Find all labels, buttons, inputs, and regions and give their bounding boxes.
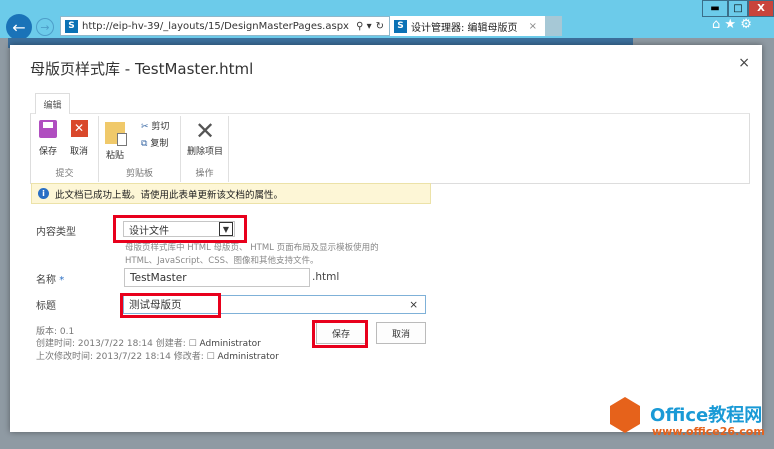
ribbon-group-clipboard: 粘贴 ✂ 剪切 ⧉ 复制 剪贴板 [99,116,181,182]
name-label: 名称 * [36,275,65,286]
toolbar-icons: ⌂ ★ ⚙ [712,17,752,32]
created-info: 创建时间: 2013/7/22 18:14 创建者: ☐ Administrat… [36,339,261,349]
highlight-box [312,320,368,348]
save-icon [39,120,57,138]
paste-icon [105,122,127,146]
ribbon-cut-button[interactable]: ✂ 剪切 [141,119,169,132]
modified-info: 上次修改时间: 2013/7/22 18:14 修改者: ☐ Administr… [36,352,279,362]
address-bar[interactable]: S http://eip-hv-39/_layouts/15/DesignMas… [60,16,390,36]
cancel-button[interactable]: 取消 [376,322,426,344]
sharepoint-icon: S [394,19,407,33]
browser-tab[interactable]: S 设计管理器: 编辑母版页 × [390,16,545,36]
content-type-description: 母版页样式库中 HTML 母版页、 HTML 页面布局及显示模板使用的 HTML、… [125,243,379,266]
highlight-box [113,215,247,243]
ribbon-group-commit: 保存 ✕ 取消 提交 [31,116,99,182]
title-label: 标题 [36,301,56,312]
highlight-box [120,293,221,318]
close-window-button[interactable]: X [748,0,774,17]
ribbon-cancel-button[interactable]: ✕ 取消 [67,120,91,157]
ribbon-group-actions: ✕ 删除项目 操作 [181,116,229,182]
home-icon[interactable]: ⌂ [712,17,720,32]
watermark-url: www.office26.com [652,425,765,438]
back-button[interactable]: ← [6,14,32,40]
ribbon: 保存 ✕ 取消 提交 粘贴 ✂ 剪切 ⧉ 复制 剪贴板 ✕ 删除项目 操作 [30,113,750,184]
content-type-label: 内容类型 [36,227,76,238]
ribbon-copy-button[interactable]: ⧉ 复制 [141,136,168,149]
info-icon: i [38,188,49,199]
refresh-icon[interactable]: ↻ [376,21,384,32]
sharepoint-icon: S [65,19,78,33]
copy-icon: ⧉ [141,139,148,149]
new-tab-area[interactable] [545,16,562,36]
delete-x-icon: ✕ [194,117,216,145]
forward-button[interactable]: → [36,18,54,36]
ribbon-paste-button[interactable]: 粘贴 [103,122,127,161]
name-input[interactable]: TestMaster [124,268,310,287]
info-bar: i 此文档已成功上载。请使用此表单更新该文档的属性。 [31,183,431,204]
search-icon[interactable]: ⚲ ▾ [356,21,372,32]
url-text: http://eip-hv-39/_layouts/15/DesignMaste… [82,20,349,32]
name-suffix: .html [312,271,340,283]
ribbon-tab-edit[interactable]: 编辑 [35,93,70,114]
favorites-star-icon[interactable]: ★ [724,17,736,32]
ribbon-delete-item-button[interactable]: ✕ 删除项目 [185,118,225,157]
watermark-brand: Office教程网 [650,405,763,426]
scissors-icon: ✂ [141,122,149,132]
clear-input-icon[interactable]: × [409,299,418,311]
maximize-button[interactable]: □ [728,0,748,17]
cancel-icon: ✕ [70,120,88,137]
minimize-button[interactable]: ▬ [702,0,728,17]
edit-properties-dialog: 母版页样式库 - TestMaster.html × 编辑 保存 ✕ 取消 提交… [10,45,762,432]
info-message: 此文档已成功上载。请使用此表单更新该文档的属性。 [55,189,284,201]
dialog-close-icon[interactable]: × [738,55,750,71]
close-tab-icon[interactable]: × [529,21,537,32]
ribbon-save-button[interactable]: 保存 [37,120,59,157]
dialog-title: 母版页样式库 - TestMaster.html [30,60,254,78]
settings-gear-icon[interactable]: ⚙ [740,17,752,32]
